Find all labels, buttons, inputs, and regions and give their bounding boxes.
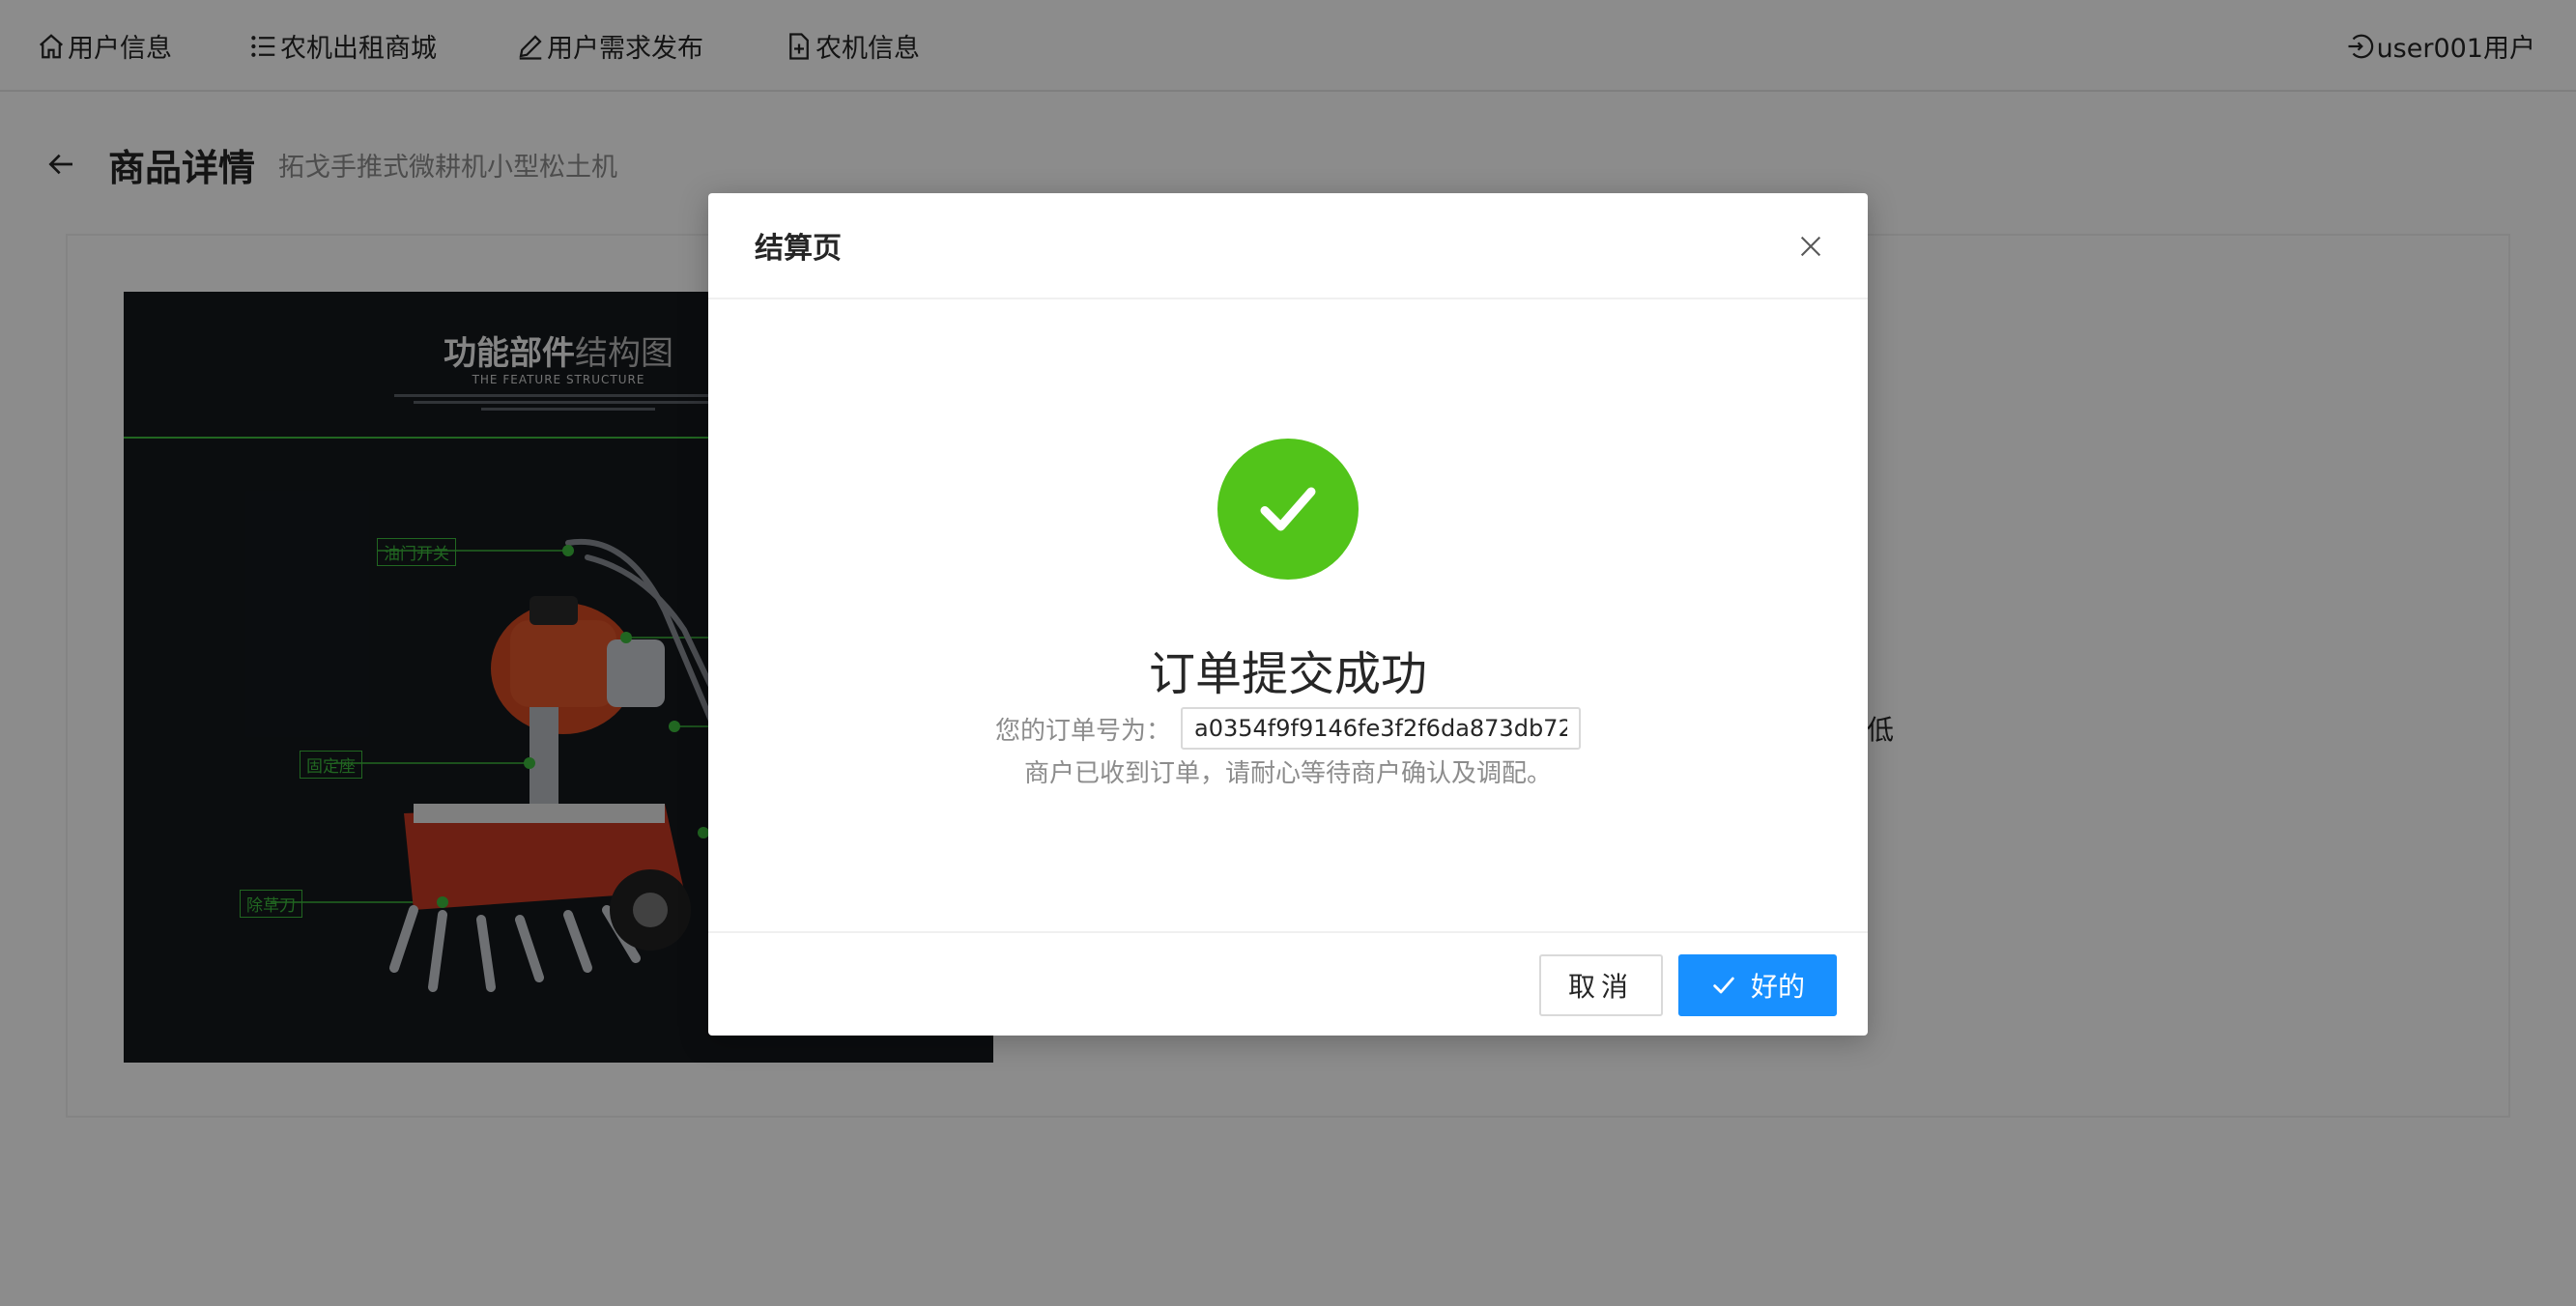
close-icon[interactable]	[1790, 226, 1831, 267]
order-number-label: 您的订单号为：	[994, 716, 1171, 746]
modal-title: 结算页	[755, 232, 842, 266]
order-number-row: 您的订单号为：	[708, 707, 1868, 750]
cancel-button[interactable]: 取消	[1539, 954, 1663, 1016]
success-check-icon	[1217, 439, 1359, 580]
check-icon	[1713, 977, 1734, 994]
ok-button-label: 好的	[1750, 971, 1805, 1003]
order-note: 商户已收到订单，请耐心等待商户确认及调配。	[1023, 759, 1552, 788]
modal-footer: 取消 好的	[708, 931, 1868, 1036]
ok-button[interactable]: 好的	[1678, 954, 1837, 1016]
modal-body: 订单提交成功 您的订单号为： 商户已收到订单，请耐心等待商户确认及调配。	[708, 301, 1868, 931]
modal-header: 结算页	[708, 193, 1868, 299]
order-number-field[interactable]	[1181, 707, 1581, 750]
checkout-modal: 结算页 订单提交成功 您的订单号为： 商户已收到订单，请耐心等待商户确认及调配。…	[708, 193, 1868, 1036]
result-title: 订单提交成功	[1148, 647, 1427, 701]
